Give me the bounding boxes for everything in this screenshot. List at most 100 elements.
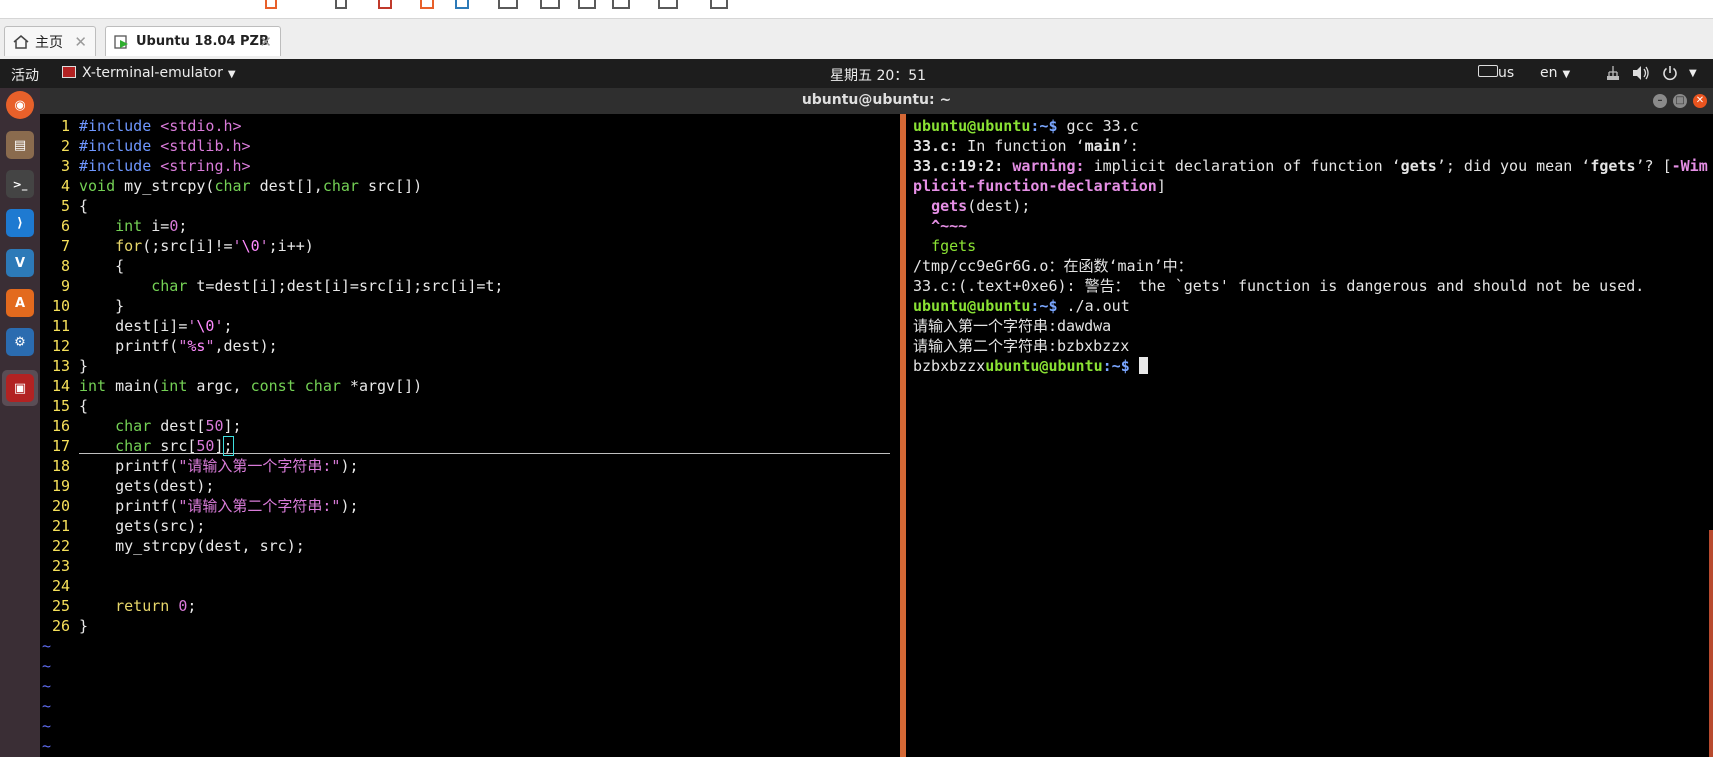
- tab-bar: 主页 ✕ Ubuntu 18.04 PZB ✕: [0, 19, 1713, 60]
- code-line: 2 #include <stdlib.h>: [40, 136, 251, 156]
- line-number: 23: [51, 557, 70, 575]
- code-line: 25 return 0;: [40, 596, 196, 616]
- line-number: 16: [51, 417, 70, 435]
- clock[interactable]: 星期五 20：51: [830, 65, 926, 85]
- code-line: 1 #include <stdio.h>: [40, 116, 242, 136]
- firefox-icon[interactable]: ◉: [6, 91, 34, 119]
- shell-line: 33.c:(.text+0xe6): 警告： the `gets' functi…: [913, 277, 1645, 295]
- toolbar-icon[interactable]: [455, 0, 469, 9]
- keyboard-indicator[interactable]: us: [1478, 65, 1514, 81]
- output-text: 33.c:: [913, 137, 959, 155]
- line-number: 10: [51, 297, 70, 315]
- tab-home[interactable]: 主页 ✕: [4, 26, 96, 56]
- warning-flag: -Wim: [1671, 157, 1708, 175]
- code-line: 26}: [40, 616, 88, 636]
- line-number: 19: [51, 477, 70, 495]
- shell-line: ubuntu@ubuntu:~$ ./a.out: [913, 296, 1130, 316]
- line-number: 14: [51, 377, 70, 395]
- command-text: ./a.out: [1066, 297, 1130, 315]
- code-line: 12 printf("%s",dest);: [40, 336, 278, 356]
- code-line: 18 printf("请输入第一个字符串:");: [40, 456, 359, 476]
- empty-line-tilde: ~: [42, 737, 52, 755]
- tab-ubuntu-vm[interactable]: Ubuntu 18.04 PZB ✕: [105, 26, 281, 56]
- line-number: 22: [51, 537, 70, 555]
- warning-flag: plicit-function-declaration: [913, 177, 1157, 195]
- app-menu-icon: [62, 66, 76, 78]
- language-indicator[interactable]: en ▼: [1540, 65, 1570, 81]
- terminal-title-bar[interactable]: ubuntu@ubuntu: ~ – □ ✕: [40, 88, 1713, 114]
- output-text: bzbxbzzx: [913, 357, 986, 375]
- line-number: 15: [51, 397, 70, 415]
- line-number: 21: [51, 517, 70, 535]
- toolbar-icon[interactable]: [498, 0, 518, 9]
- code-line: 13}: [40, 356, 88, 376]
- output-text: ’; did you mean ‘: [1436, 157, 1591, 175]
- app-menu[interactable]: X-terminal-emulator ▼: [62, 65, 236, 81]
- prompt-user: ubuntu@ubuntu: [913, 297, 1031, 315]
- app-menu-label: X-terminal-emulator: [82, 65, 223, 81]
- gnome-top-bar: 活动 X-terminal-emulator ▼ 星期五 20：51 us en ▼…: [0, 59, 1713, 88]
- shell-line: gets(dest);: [913, 196, 1030, 216]
- empty-line-tilde: ~: [42, 677, 52, 695]
- code-line: 11 dest[i]='\0';: [40, 316, 233, 336]
- maximize-button[interactable]: □: [1673, 94, 1687, 108]
- code-line: 14 int main(int argc, const char *argv[]): [40, 376, 422, 396]
- files-icon[interactable]: ▤: [6, 131, 34, 159]
- toolbar-icon[interactable]: [335, 0, 347, 9]
- toolbar-icon[interactable]: [378, 0, 392, 9]
- line-number: 1: [60, 117, 70, 135]
- output-text: 33.c:19:2:: [913, 157, 1004, 175]
- code-line: 24: [40, 576, 70, 596]
- network-icon[interactable]: [1606, 65, 1620, 85]
- power-icon[interactable]: [1662, 65, 1678, 85]
- close-icon[interactable]: ✕: [74, 33, 87, 51]
- activities-button[interactable]: 活动: [11, 65, 39, 85]
- code-line: 3 #include <string.h>: [40, 156, 251, 176]
- network-tool-icon[interactable]: ⚙: [6, 328, 34, 356]
- code-line: 20 printf("请输入第二个字符串:");: [40, 496, 359, 516]
- terminal-icon[interactable]: >_: [6, 170, 34, 198]
- output-text: fgets: [931, 237, 977, 255]
- toolbar-icon[interactable]: [578, 0, 596, 9]
- terminal-body[interactable]: 1 #include <stdio.h> 2 #include <stdlib.h>…: [40, 114, 1713, 757]
- software-center-icon[interactable]: A: [6, 289, 34, 317]
- chevron-down-icon[interactable]: ▼: [1689, 68, 1697, 79]
- empty-line-tilde: ~: [42, 697, 52, 715]
- line-number: 9: [60, 277, 70, 295]
- vc-app-icon[interactable]: V: [6, 249, 34, 277]
- line-number: 6: [60, 217, 70, 235]
- output-text: fgets: [1590, 157, 1636, 175]
- toolbar-icon[interactable]: [658, 0, 678, 9]
- chevron-down-icon: ▼: [227, 69, 236, 80]
- language-label: en: [1540, 65, 1558, 81]
- toolbar-icon[interactable]: [420, 0, 434, 9]
- command-text: gcc 33.c: [1066, 117, 1139, 135]
- minimize-button[interactable]: –: [1653, 94, 1667, 108]
- close-button[interactable]: ✕: [1693, 94, 1707, 108]
- prompt-user: ubuntu@ubuntu: [985, 357, 1103, 375]
- volume-icon[interactable]: [1632, 65, 1650, 85]
- shell-pane[interactable]: ubuntu@ubuntu:~$ gcc 33.c 33.c: In funct…: [906, 114, 1713, 757]
- output-text: ^~~~: [931, 217, 968, 235]
- close-icon[interactable]: ✕: [259, 33, 272, 51]
- line-number: 13: [51, 357, 70, 375]
- line-number: 12: [51, 337, 70, 355]
- toolbar-icon[interactable]: [612, 0, 630, 9]
- output-text: gets: [931, 197, 968, 215]
- toolbar-icon[interactable]: [265, 0, 277, 9]
- shell-line: 请输入第一个字符串:dawdwa: [913, 317, 1112, 335]
- scrollbar[interactable]: [1709, 530, 1713, 757]
- tab-label: 主页: [35, 34, 63, 51]
- line-number: 7: [60, 237, 70, 255]
- toolbar-icon[interactable]: [540, 0, 560, 9]
- terminal-emulator-icon[interactable]: ▣: [6, 374, 34, 402]
- vscode-icon[interactable]: ⟩: [6, 209, 34, 237]
- line-number: 2: [60, 137, 70, 155]
- code-line: 15{: [40, 396, 88, 416]
- vim-editor-pane[interactable]: 1 #include <stdio.h> 2 #include <stdlib.h>…: [40, 114, 900, 757]
- line-number: 8: [60, 257, 70, 275]
- toolbar-icon[interactable]: [710, 0, 728, 9]
- code-line: 22 my_strcpy(dest, src);: [40, 536, 305, 556]
- output-text: In function ‘: [958, 137, 1085, 155]
- line-number: 17: [51, 437, 70, 455]
